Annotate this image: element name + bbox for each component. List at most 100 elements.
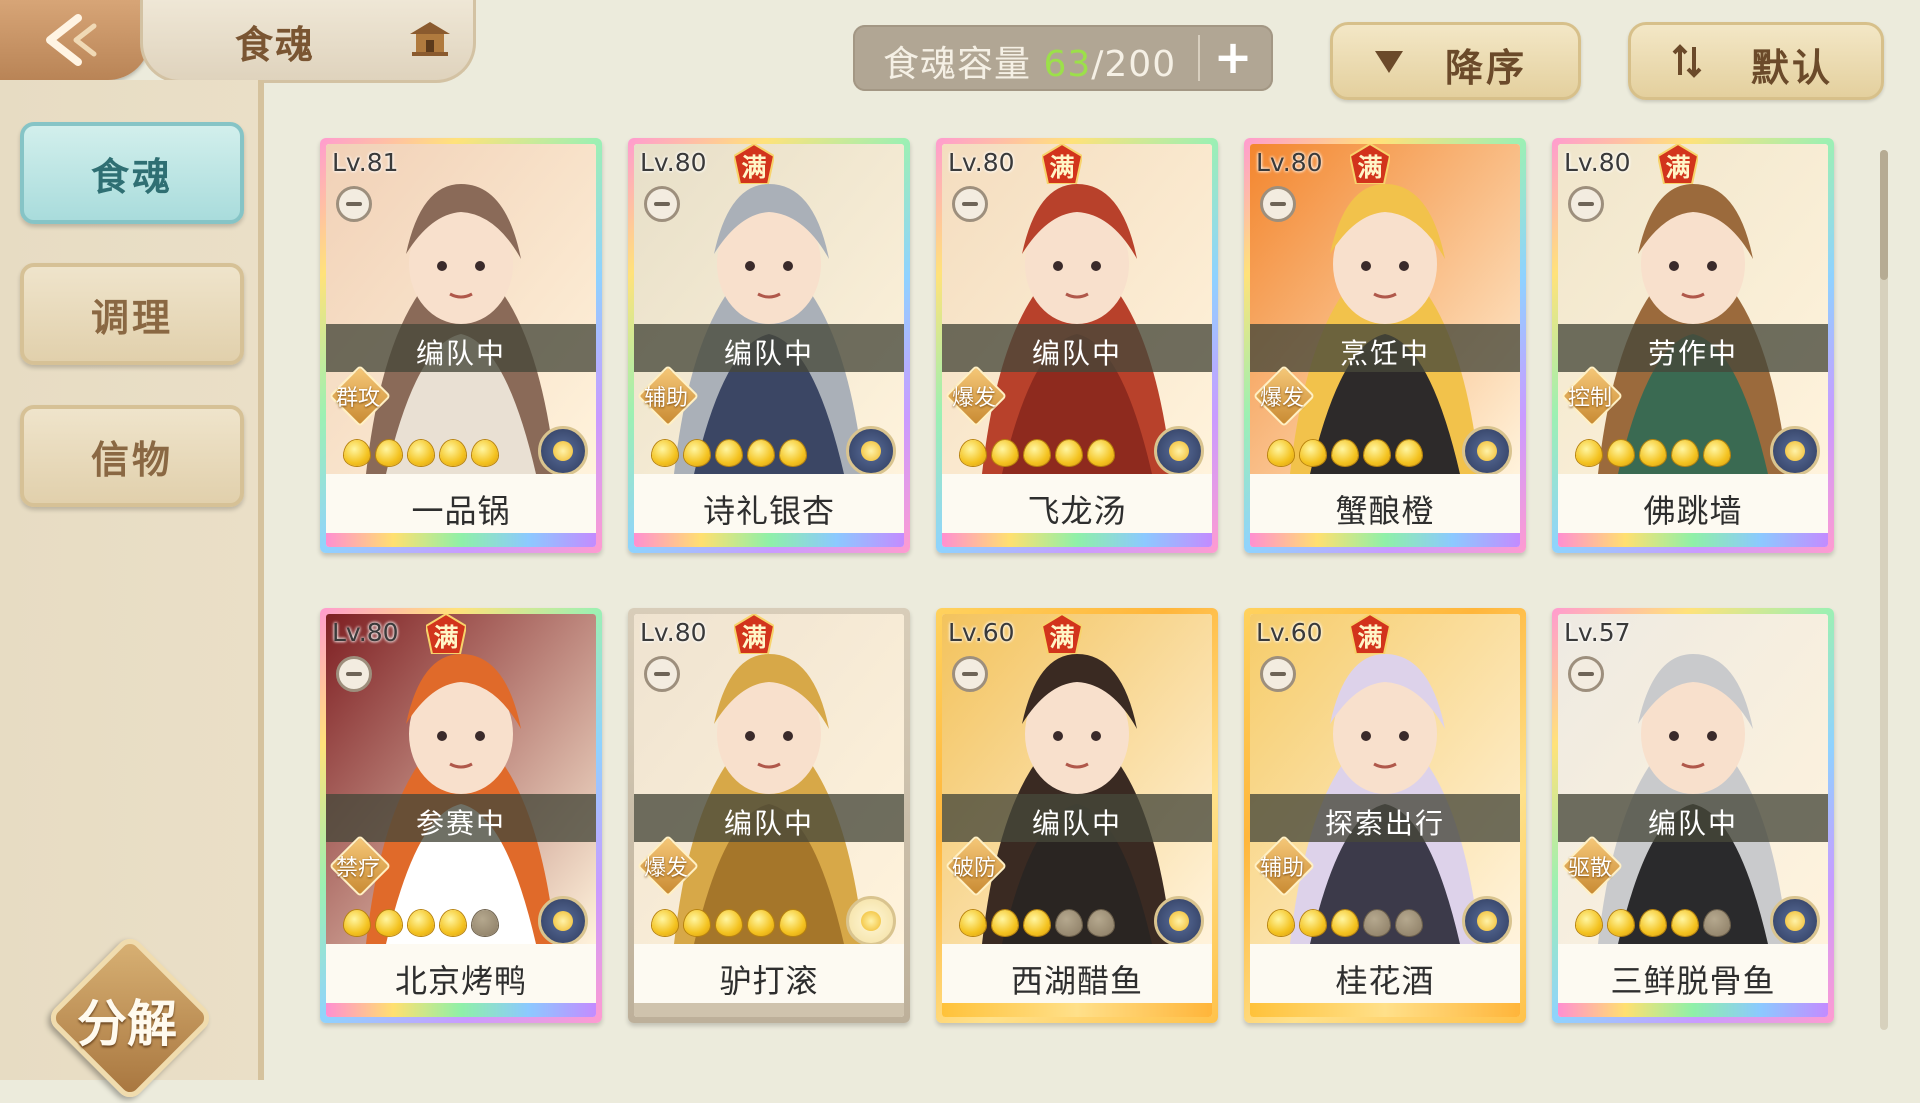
star-icon [992,440,1018,466]
star-icon [1364,910,1390,936]
capacity-bar: 食魂容量 63/200 + [853,25,1273,91]
food-soul-card[interactable]: Lv.57 编队中 驱散 三鲜脱骨鱼 [1552,608,1834,1023]
scrollbar[interactable] [1880,150,1888,1030]
role-label: 爆发 [1259,386,1304,411]
name-area: 三鲜脱骨鱼 [1558,944,1828,1004]
food-soul-card[interactable]: Lv.80 满烹饪中 爆发 蟹酿橙 [1244,138,1526,553]
bowl-icon[interactable] [1568,656,1604,692]
house-icon[interactable] [408,18,452,58]
decompose-button[interactable]: 分解 [45,933,215,1103]
status-band: 编队中 [326,324,596,372]
food-soul-card[interactable]: Lv.80 满编队中 爆发 飞龙汤 [936,138,1218,553]
star-icon [960,910,986,936]
add-capacity-button[interactable]: + [1208,33,1258,83]
card-body: Lv.80 满编队中 爆发 飞龙汤 [942,144,1212,547]
bowl-icon[interactable] [1260,186,1296,222]
bowl-icon[interactable] [336,186,372,222]
star-icon [1088,910,1114,936]
star-icon [1704,440,1730,466]
element-orb-icon [846,426,896,476]
page-title: 食魂 [235,22,316,67]
card-body: Lv.81 编队中 群攻 一品锅 [326,144,596,547]
bowl-icon[interactable] [644,656,680,692]
name-area: 西湖醋鱼 [942,944,1212,1004]
sort-mode-button[interactable]: 默认 [1628,22,1884,100]
bowl-icon[interactable] [1568,186,1604,222]
card-body: Lv.80 满烹饪中 爆发 蟹酿橙 [1250,144,1520,547]
status-band: 编队中 [634,794,904,842]
card-bottom-strip [1558,533,1828,547]
role-badge: 爆发 [1252,364,1316,428]
max-level-label: 满 [1357,153,1383,182]
star-icon [1704,910,1730,936]
bowl-icon[interactable] [952,656,988,692]
star-icon [1396,910,1422,936]
card-level: Lv.80 [640,618,707,647]
food-soul-card[interactable]: Lv.81 编队中 群攻 一品锅 [320,138,602,553]
triangle-down-icon [1375,51,1403,73]
star-icon [1300,440,1326,466]
star-icon [1024,440,1050,466]
sidebar-item-conditioning[interactable]: 调理 [20,263,244,365]
star-icon [472,440,498,466]
sort-order-button[interactable]: 降序 [1330,22,1581,100]
card-name: 桂花酒 [1335,962,1435,1000]
star-icon [1024,910,1050,936]
max-level-label: 满 [1357,623,1383,652]
card-bottom-strip [1250,533,1520,547]
star-icon [716,910,742,936]
star-icon [1672,910,1698,936]
food-soul-card[interactable]: Lv.80 满劳作中 控制 佛跳墙 [1552,138,1834,553]
card-name: 驴打滚 [719,962,819,1000]
card-body: Lv.80 满编队中 辅助 诗礼银杏 [634,144,904,547]
scrollbar-thumb[interactable] [1880,150,1888,280]
food-soul-card[interactable]: Lv.60 满探索出行 辅助 桂花酒 [1244,608,1526,1023]
star-rating [1576,910,1736,940]
role-badge: 辅助 [636,364,700,428]
star-icon [960,440,986,466]
max-level-label: 满 [741,623,767,652]
bowl-icon[interactable] [644,186,680,222]
card-bottom-strip [1250,1003,1520,1017]
star-icon [1332,910,1358,936]
element-orb-icon [538,426,588,476]
bowl-icon[interactable] [336,656,372,692]
sidebar-item-label: 食魂 [90,154,173,199]
star-icon [1364,440,1390,466]
max-level-badge: 满 [734,614,774,654]
element-orb-icon [846,896,896,946]
card-bottom-strip [942,533,1212,547]
card-level: Lv.80 [1564,148,1631,177]
star-icon [408,910,434,936]
star-icon [1608,440,1634,466]
sidebar-item-label: 信物 [90,437,173,482]
title-tab: 食魂 [140,0,476,83]
food-soul-card[interactable]: Lv.80 满编队中 辅助 诗礼银杏 [628,138,910,553]
sort-order-label: 降序 [1445,45,1528,90]
name-area: 蟹酿橙 [1250,474,1520,534]
card-level: Lv.80 [640,148,707,177]
back-button[interactable] [0,0,150,80]
star-rating [344,440,504,470]
food-soul-card[interactable]: Lv.60 满编队中 破防 西湖醋鱼 [936,608,1218,1023]
bowl-icon[interactable] [1260,656,1296,692]
sidebar-item-tokens[interactable]: 信物 [20,405,244,507]
max-level-badge: 满 [1350,144,1390,184]
card-level: Lv.57 [1564,618,1631,647]
status-band: 编队中 [634,324,904,372]
sidebar: 食魂 调理 信物 分解 [0,80,264,1103]
element-orb-icon [1154,426,1204,476]
bowl-icon[interactable] [952,186,988,222]
food-soul-card[interactable]: Lv.80 满参赛中 禁疗 北京烤鸭 [320,608,602,1023]
star-icon [440,440,466,466]
capacity-divider [1198,35,1200,81]
sidebar-item-food-souls[interactable]: 食魂 [20,122,244,224]
role-label: 破防 [951,856,996,881]
status-band: 参赛中 [326,794,596,842]
food-soul-card[interactable]: Lv.80 满编队中 爆发 驴打滚 [628,608,910,1023]
max-level-badge: 满 [1350,614,1390,654]
card-body: Lv.80 满参赛中 禁疗 北京烤鸭 [326,614,596,1017]
status-band: 编队中 [942,324,1212,372]
star-icon [1640,910,1666,936]
star-icon [376,440,402,466]
